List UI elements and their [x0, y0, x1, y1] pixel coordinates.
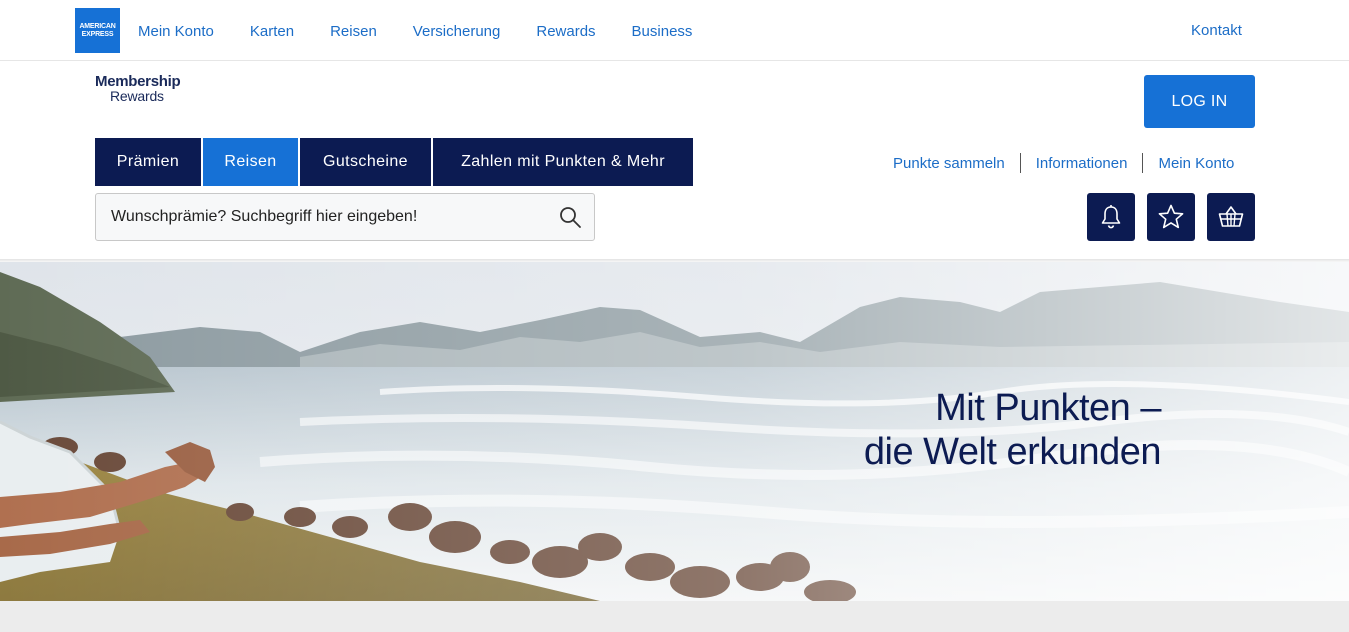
- hero-headline-line-2: die Welt erkunden: [863, 431, 1162, 473]
- hero-headline: Mit Punkten – die Welt erkunden: [863, 386, 1162, 474]
- util-link-punkte-sammeln[interactable]: Punkte sammeln: [893, 155, 1005, 172]
- basket-icon: [1218, 206, 1244, 227]
- hero-banner: Mit Punkten – die Welt erkunden: [0, 262, 1349, 601]
- top-nav-mein-konto[interactable]: Mein Konto: [138, 23, 214, 40]
- tab-gutscheine[interactable]: Gutscheine: [300, 138, 431, 186]
- bell-icon: [1101, 205, 1121, 229]
- hero-headline-line-1: Mit Punkten –: [935, 387, 1161, 429]
- basket-button[interactable]: [1207, 193, 1255, 241]
- american-express-logo[interactable]: AMERICAN EXPRESS: [75, 8, 120, 53]
- top-nav-rewards[interactable]: Rewards: [536, 23, 595, 40]
- util-link-divider: [1142, 153, 1144, 173]
- global-top-nav: AMERICAN EXPRESS Mein Konto Karten Reise…: [0, 0, 1349, 61]
- search-icon[interactable]: [558, 205, 582, 229]
- top-nav-links: Mein Konto Karten Reisen Versicherung Re…: [138, 23, 728, 40]
- membership-rewards-logo-line-2: Rewards: [110, 88, 164, 104]
- utility-links: Punkte sammeln Informationen Mein Konto: [893, 153, 1234, 173]
- tab-praemien[interactable]: Prämien: [95, 138, 201, 186]
- amex-logo-line-1: AMERICAN: [79, 22, 116, 30]
- favorites-button[interactable]: [1147, 193, 1195, 241]
- search-box: [95, 193, 595, 241]
- amex-logo-line-2: EXPRESS: [81, 30, 114, 38]
- util-link-informationen[interactable]: Informationen: [1036, 155, 1128, 172]
- top-nav-kontakt[interactable]: Kontakt: [1191, 22, 1242, 39]
- category-tabs: Prämien Reisen Gutscheine Zahlen mit Pun…: [95, 138, 695, 186]
- membership-rewards-logo[interactable]: Membership Rewards: [95, 73, 205, 107]
- search-input[interactable]: [96, 194, 546, 240]
- star-icon: [1158, 204, 1184, 229]
- util-link-mein-konto[interactable]: Mein Konto: [1158, 155, 1234, 172]
- tab-zahlen-mit-punkten[interactable]: Zahlen mit Punkten & Mehr: [433, 138, 693, 186]
- top-nav-reisen[interactable]: Reisen: [330, 23, 377, 40]
- top-nav-business[interactable]: Business: [632, 23, 693, 40]
- login-button[interactable]: LOG IN: [1144, 75, 1255, 128]
- top-nav-versicherung[interactable]: Versicherung: [413, 23, 501, 40]
- notifications-button[interactable]: [1087, 193, 1135, 241]
- top-nav-karten[interactable]: Karten: [250, 23, 294, 40]
- tab-reisen[interactable]: Reisen: [203, 138, 298, 186]
- util-link-divider: [1019, 153, 1021, 173]
- content-strip: [0, 601, 1349, 632]
